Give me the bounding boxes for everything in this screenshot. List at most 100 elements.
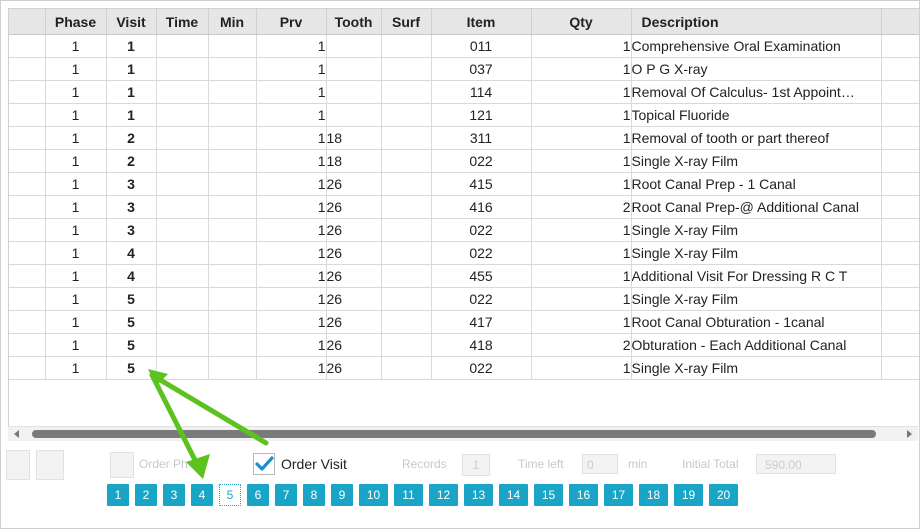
- cell-qty[interactable]: 2: [531, 333, 632, 357]
- cell-phase[interactable]: 1: [45, 195, 107, 219]
- cell-extra[interactable]: [881, 80, 919, 104]
- cell-item[interactable]: 022: [431, 218, 532, 242]
- cell-visit[interactable]: 2: [106, 126, 157, 150]
- col-min[interactable]: Min: [208, 9, 257, 35]
- col-visit[interactable]: Visit: [106, 9, 157, 35]
- cell-prv[interactable]: 1: [256, 195, 327, 219]
- cell-sel[interactable]: [9, 172, 46, 196]
- col-phase[interactable]: Phase: [45, 9, 107, 35]
- cell-sel[interactable]: [9, 149, 46, 173]
- cell-prv[interactable]: 1: [256, 333, 327, 357]
- page-button-10[interactable]: 10: [359, 484, 388, 506]
- col-time[interactable]: Time: [156, 9, 209, 35]
- page-button-13[interactable]: 13: [464, 484, 493, 506]
- cell-time[interactable]: [156, 126, 209, 150]
- cell-sel[interactable]: [9, 264, 46, 288]
- cell-sel[interactable]: [9, 241, 46, 265]
- cell-sel[interactable]: [9, 287, 46, 311]
- cell-phase[interactable]: 1: [45, 310, 107, 334]
- cell-surf[interactable]: [381, 310, 432, 334]
- cell-tooth[interactable]: [326, 103, 382, 127]
- cell-desc[interactable]: Removal Of Calculus- 1st Appoint…: [631, 80, 882, 104]
- table-row[interactable]: 1 3 1 26 416 2 Root Canal Prep-@ Additional Ca…: [9, 195, 919, 219]
- cell-qty[interactable]: 1: [531, 218, 632, 242]
- page-button-12[interactable]: 12: [429, 484, 458, 506]
- cell-extra[interactable]: [881, 333, 919, 357]
- cell-surf[interactable]: [381, 287, 432, 311]
- cell-surf[interactable]: [381, 103, 432, 127]
- cell-time[interactable]: [156, 80, 209, 104]
- page-button-14[interactable]: 14: [499, 484, 528, 506]
- cell-phase[interactable]: 1: [45, 241, 107, 265]
- cell-min[interactable]: [208, 218, 257, 242]
- cell-prv[interactable]: 1: [256, 149, 327, 173]
- col-extra[interactable]: [881, 9, 919, 35]
- page-button-1[interactable]: 1: [107, 484, 129, 506]
- cell-extra[interactable]: [881, 34, 919, 58]
- col-prv[interactable]: Prv: [256, 9, 327, 35]
- cell-surf[interactable]: [381, 218, 432, 242]
- cell-qty[interactable]: 1: [531, 34, 632, 58]
- cell-visit[interactable]: 3: [106, 218, 157, 242]
- cell-qty[interactable]: 1: [531, 149, 632, 173]
- cell-item[interactable]: 415: [431, 172, 532, 196]
- cell-qty[interactable]: 1: [531, 241, 632, 265]
- cell-phase[interactable]: 1: [45, 264, 107, 288]
- cell-visit[interactable]: 4: [106, 241, 157, 265]
- cell-sel[interactable]: [9, 356, 46, 380]
- cell-phase[interactable]: 1: [45, 333, 107, 357]
- table-row[interactable]: 1 1 1 114 1 Removal Of Calculus- 1st Appoint…: [9, 80, 919, 104]
- cell-min[interactable]: [208, 80, 257, 104]
- cell-prv[interactable]: 1: [256, 287, 327, 311]
- table-row[interactable]: 1 1 1 011 1 Comprehensive Oral Examination: [9, 34, 919, 58]
- cell-prv[interactable]: 1: [256, 264, 327, 288]
- cell-surf[interactable]: [381, 333, 432, 357]
- cell-item[interactable]: 022: [431, 287, 532, 311]
- cell-desc[interactable]: Root Canal Prep-@ Additional Canal: [631, 195, 882, 219]
- cell-time[interactable]: [156, 57, 209, 81]
- col-qty[interactable]: Qty: [531, 9, 632, 35]
- table-row[interactable]: 1 5 1 26 418 2 Obturation - Each Additional Ca…: [9, 333, 919, 357]
- cell-tooth[interactable]: 26: [326, 195, 382, 219]
- cell-tooth[interactable]: 26: [326, 241, 382, 265]
- cell-tooth[interactable]: 26: [326, 333, 382, 357]
- cell-min[interactable]: [208, 264, 257, 288]
- cell-visit[interactable]: 5: [106, 310, 157, 334]
- cell-min[interactable]: [208, 172, 257, 196]
- cell-extra[interactable]: [881, 149, 919, 173]
- cell-min[interactable]: [208, 310, 257, 334]
- cell-prv[interactable]: 1: [256, 356, 327, 380]
- cell-time[interactable]: [156, 333, 209, 357]
- cell-prv[interactable]: 1: [256, 172, 327, 196]
- cell-min[interactable]: [208, 103, 257, 127]
- cell-phase[interactable]: 1: [45, 126, 107, 150]
- cell-desc[interactable]: Topical Fluoride: [631, 103, 882, 127]
- cell-qty[interactable]: 1: [531, 287, 632, 311]
- cell-min[interactable]: [208, 126, 257, 150]
- cell-tooth[interactable]: [326, 34, 382, 58]
- col-selector[interactable]: [9, 9, 46, 35]
- page-button-18[interactable]: 18: [639, 484, 668, 506]
- cell-item[interactable]: 418: [431, 333, 532, 357]
- table-row[interactable]: 1 5 1 26 022 1 Single X-ray Film: [9, 287, 919, 311]
- cell-time[interactable]: [156, 103, 209, 127]
- order-visit-toggle[interactable]: Order Visit: [253, 452, 347, 476]
- cell-extra[interactable]: [881, 264, 919, 288]
- cell-item[interactable]: 114: [431, 80, 532, 104]
- cell-phase[interactable]: 1: [45, 218, 107, 242]
- page-button-6[interactable]: 6: [247, 484, 269, 506]
- cell-time[interactable]: [156, 218, 209, 242]
- cell-surf[interactable]: [381, 80, 432, 104]
- cell-desc[interactable]: Additional Visit For Dressing R C T: [631, 264, 882, 288]
- cell-phase[interactable]: 1: [45, 57, 107, 81]
- cell-phase[interactable]: 1: [45, 103, 107, 127]
- cell-min[interactable]: [208, 34, 257, 58]
- cell-extra[interactable]: [881, 126, 919, 150]
- cell-tooth[interactable]: 26: [326, 287, 382, 311]
- cell-desc[interactable]: Single X-ray Film: [631, 218, 882, 242]
- cell-sel[interactable]: [9, 34, 46, 58]
- col-tooth[interactable]: Tooth: [326, 9, 382, 35]
- cell-qty[interactable]: 1: [531, 310, 632, 334]
- cell-prv[interactable]: 1: [256, 103, 327, 127]
- col-surf[interactable]: Surf: [381, 9, 432, 35]
